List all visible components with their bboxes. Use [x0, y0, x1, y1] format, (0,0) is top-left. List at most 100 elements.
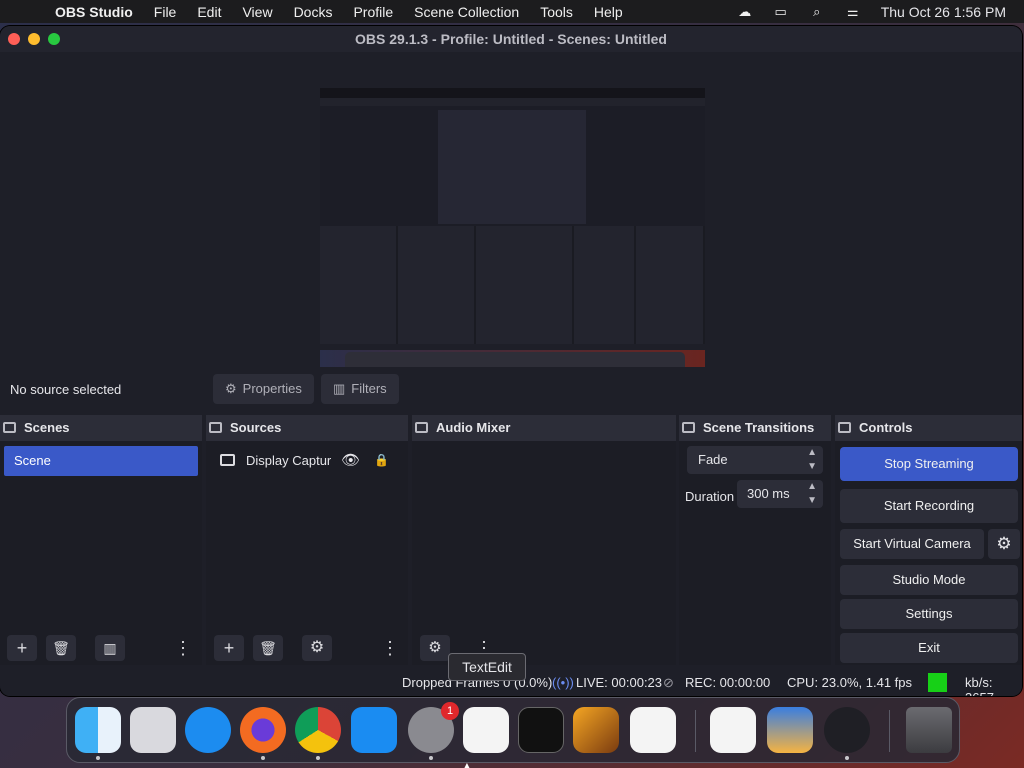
add-scene-button[interactable]: + — [7, 635, 37, 661]
duration-spinbox[interactable]: 300 ms ▲ ▼ — [737, 480, 823, 508]
scene-item[interactable]: Scene — [4, 446, 198, 476]
app-store-icon[interactable] — [351, 707, 397, 753]
stop-streaming-button[interactable]: Stop Streaming — [840, 447, 1018, 481]
settings-button[interactable]: Settings — [840, 599, 1018, 629]
scenes-toolbar: + 🗑 ▥ ⋮ — [0, 631, 202, 665]
firefox-icon[interactable] — [240, 707, 286, 753]
start-recording-button[interactable]: Start Recording — [840, 489, 1018, 523]
add-source-button[interactable]: + — [214, 635, 244, 661]
advanced-audio-button[interactable]: ⚙ — [420, 635, 450, 661]
source-name: Display Captur — [246, 452, 332, 468]
weather-icon[interactable] — [767, 707, 813, 753]
preview-mini-menubar — [320, 88, 705, 98]
chrome-icon[interactable] — [295, 707, 341, 753]
scene-transitions-title: Scene Transitions — [703, 420, 815, 435]
transition-selected: Fade — [698, 452, 728, 467]
menubar-clock[interactable]: Thu Oct 26 1:56 PM — [881, 4, 1006, 20]
menu-help[interactable]: Help — [594, 4, 623, 20]
filter-icon: ▥ — [333, 381, 346, 396]
audio-mixer-dock: Audio Mixer ⚙ ⋮ — [412, 415, 676, 665]
zoom-window-button[interactable] — [48, 33, 60, 45]
studio-mode-button[interactable]: Studio Mode — [840, 565, 1018, 595]
sources-title: Sources — [230, 420, 282, 435]
window-title: OBS 29.1.3 - Profile: Untitled - Scenes:… — [355, 31, 667, 47]
minimize-window-button[interactable] — [28, 33, 40, 45]
menu-edit[interactable]: Edit — [197, 4, 221, 20]
remove-scene-button[interactable]: 🗑 — [46, 635, 76, 661]
creative-cloud-icon[interactable]: ☁ — [737, 4, 753, 19]
filters-button[interactable]: ▥ Filters — [321, 374, 399, 404]
dock-icon — [838, 422, 851, 433]
menu-bar: OBS Studio File Edit View Docks Profile … — [0, 0, 1024, 23]
dock-icon — [3, 422, 16, 433]
stream-health-indicator — [928, 673, 947, 692]
bitrate: kb/s: 3657 — [965, 675, 994, 696]
dock-icon — [415, 422, 428, 433]
visual-studio-icon[interactable] — [710, 707, 756, 753]
rec-time: REC: 00:00:00 — [685, 675, 771, 690]
obs-studio-icon[interactable] — [824, 707, 870, 753]
dock-tooltip: TextEdit — [448, 653, 526, 681]
audio-mixer-title: Audio Mixer — [436, 420, 511, 435]
exit-button[interactable]: Exit — [840, 633, 1018, 663]
menu-tools[interactable]: Tools — [540, 4, 573, 20]
preview-area — [0, 52, 1022, 393]
live-time: LIVE: 00:00:23 — [576, 675, 663, 690]
preview-nested-preview — [438, 110, 586, 224]
mouse-cursor-icon: ▲ — [461, 759, 473, 768]
screen-mirroring-icon[interactable]: ▭ — [773, 4, 789, 19]
selection-status: No source selected — [10, 382, 122, 397]
vscode-icon[interactable] — [630, 707, 676, 753]
obs-window: OBS 29.1.3 - Profile: Untitled - Scenes:… — [0, 26, 1022, 696]
scene-filters-button[interactable]: ▥ — [95, 635, 125, 661]
terminal-icon[interactable] — [518, 707, 564, 753]
controls-header: Controls — [835, 415, 1022, 441]
sources-dock: Sources Display Captur 👁 🔒 + 🗑 ⚙ ⋮ — [206, 415, 408, 665]
remove-source-button[interactable]: 🗑 — [253, 635, 283, 661]
finder-icon[interactable] — [75, 707, 121, 753]
garageband-icon[interactable] — [573, 707, 619, 753]
scene-transitions-dock: Scene Transitions Fade ▲ ▼ Duration 300 m… — [679, 415, 831, 665]
transition-select[interactable]: Fade ▲ ▼ — [687, 446, 823, 474]
duration-label: Duration — [685, 489, 735, 504]
scene-transitions-body — [679, 441, 831, 665]
scenes-dock: Scenes Scene + 🗑 ▥ ⋮ — [0, 415, 202, 665]
record-icon: ⊘ — [663, 675, 674, 690]
sources-toolbar: + 🗑 ⚙ ⋮ — [206, 631, 408, 665]
menu-scene-collection[interactable]: Scene Collection — [414, 4, 519, 20]
window-titlebar: OBS 29.1.3 - Profile: Untitled - Scenes:… — [0, 26, 1022, 52]
cpu-usage: CPU: 23.0%, 1.41 fps — [787, 675, 913, 690]
textedit-icon[interactable] — [463, 707, 509, 753]
source-properties-button[interactable]: ⚙ — [302, 635, 332, 661]
more-options-button[interactable]: ⋮ — [375, 635, 405, 661]
close-window-button[interactable] — [8, 33, 20, 45]
dock-icon — [209, 422, 222, 433]
dock-icon — [682, 422, 695, 433]
launchpad-icon[interactable] — [130, 707, 176, 753]
lock-icon[interactable]: 🔒 — [374, 453, 389, 467]
program-preview[interactable] — [320, 88, 705, 378]
trash-icon[interactable] — [906, 707, 952, 753]
menu-view[interactable]: View — [242, 4, 272, 20]
controls-title: Controls — [859, 420, 913, 435]
scene-transitions-header: Scene Transitions — [679, 415, 831, 441]
search-icon[interactable]: ⌕ — [809, 4, 825, 19]
macos-dock — [66, 697, 960, 763]
menu-profile[interactable]: Profile — [353, 4, 393, 20]
virtual-camera-settings-button[interactable]: ⚙ — [988, 529, 1020, 559]
start-virtual-camera-button[interactable]: Start Virtual Camera — [840, 529, 984, 559]
menu-file[interactable]: File — [154, 4, 177, 20]
control-center-icon[interactable]: ⚌ — [845, 4, 861, 19]
more-options-button[interactable]: ⋮ — [168, 635, 198, 661]
menu-docks[interactable]: Docks — [294, 4, 333, 20]
eye-icon[interactable]: 👁 — [341, 451, 360, 469]
live-broadcast-icon: ((•)) — [552, 675, 574, 690]
safari-icon[interactable] — [185, 707, 231, 753]
properties-label: Properties — [242, 381, 302, 396]
properties-bar: No source selected ⚙ Properties ▥ Filters — [0, 367, 1022, 409]
updown-arrows-icon: ▲ ▼ — [807, 447, 817, 472]
properties-button[interactable]: ⚙ Properties — [213, 374, 314, 404]
menu-obs-studio[interactable]: OBS Studio — [55, 4, 133, 20]
updown-arrows-icon: ▲ ▼ — [807, 481, 817, 506]
source-item[interactable]: Display Captur 👁 🔒 — [220, 451, 389, 469]
